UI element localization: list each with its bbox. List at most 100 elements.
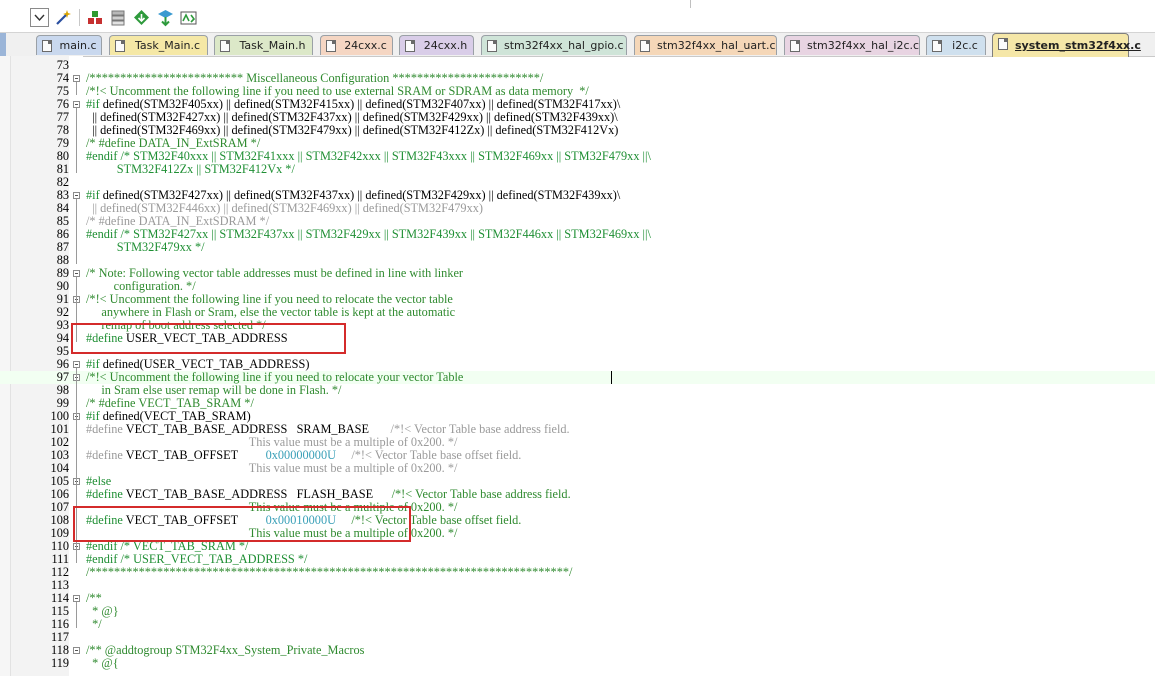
code-line[interactable]: 81 STM32F412Zx || STM32F412Vx */	[0, 163, 1155, 176]
code-token: #endif /* STM32F40xxx || STM32F41xxx || …	[86, 149, 651, 163]
code-token: This value must be a multiple of 0x200. …	[86, 461, 458, 475]
file-icon	[326, 40, 336, 52]
stack-icon[interactable]	[109, 8, 128, 27]
code-token: || defined(STM32F469xx) || defined(STM32…	[86, 123, 619, 137]
fold-guide-line	[76, 602, 77, 628]
code-token: * @{	[86, 656, 119, 670]
fold-collapse-icon[interactable]	[73, 647, 80, 654]
tab-24cxx-c[interactable]: 24cxx.c	[320, 35, 393, 55]
code-token: #define	[86, 422, 123, 436]
code-line[interactable]: 113	[0, 579, 1155, 592]
code-token: /* #define DATA_IN_ExtSDRAM */	[86, 214, 270, 228]
dropdown-arrow-icon[interactable]	[30, 8, 49, 27]
line-number: 119	[51, 656, 69, 670]
file-icon	[42, 40, 52, 52]
tab-stm32f4xx-hal-uart-c[interactable]: stm32f4xx_hal_uart.c	[634, 35, 777, 55]
tab-i2c-c[interactable]: i2c.c	[926, 35, 986, 55]
code-line[interactable]: 112/************************************…	[0, 566, 1155, 579]
code-line[interactable]: 115 * @}	[0, 605, 1155, 618]
highlight-box-user-vect-tab-address	[71, 323, 346, 354]
fold-collapse-icon[interactable]	[73, 270, 80, 277]
code-token: /***************************************…	[86, 565, 573, 579]
code-token: STM32F479xx */	[86, 240, 205, 254]
code-line[interactable]: 119 * @{	[0, 657, 1155, 670]
code-token: configuration. */	[86, 279, 196, 293]
fold-guide-line	[76, 108, 77, 173]
tab-task-main-h[interactable]: Task_Main.h	[214, 35, 313, 55]
code-token: VECT_TAB_BASE_ADDRESS FLASH_BASE	[122, 487, 392, 501]
tab-task-main-c[interactable]: Task_Main.c	[109, 35, 208, 55]
code-token: /* #define VECT_TAB_SRAM */	[86, 396, 254, 410]
code-token: defined(USER_VECT_TAB_ADDRESS)	[99, 357, 310, 371]
code-token: This value must be a multiple of 0x200. …	[86, 435, 458, 449]
editor-tab-bar: main.c Task_Main.c Task_Main.h 24cxx.c 2…	[0, 33, 1155, 57]
highlight-box-vect-tab-offset	[73, 506, 411, 542]
code-token: VECT_TAB_BASE_ADDRESS SRAM_BASE	[122, 422, 391, 436]
code-token: #if	[86, 188, 100, 202]
file-icon	[220, 40, 230, 52]
diamond-download-icon[interactable]	[132, 8, 151, 27]
code-line[interactable]: 104 This value must be a multiple of 0x2…	[0, 462, 1155, 475]
code-token: #define	[86, 487, 123, 501]
code-editor[interactable]: 73 74/************************* Miscellan…	[0, 56, 1155, 676]
code-token: #define	[86, 448, 123, 462]
translate-icon[interactable]	[179, 8, 198, 27]
code-token: * @}	[86, 604, 119, 618]
fold-collapse-icon[interactable]	[73, 595, 80, 602]
file-icon	[405, 40, 415, 52]
code-line[interactable]: 118/** @addtogroup STM32F4xx_System_Priv…	[0, 644, 1155, 657]
code-token: defined(STM32F427xx) || defined(STM32F43…	[99, 188, 621, 202]
file-icon	[640, 40, 650, 52]
toolbar-separator	[79, 9, 80, 26]
code-token: #else	[86, 474, 112, 488]
code-token: /*!< Vector Table base offset field.	[351, 448, 522, 462]
build-target-icon[interactable]	[86, 8, 105, 27]
file-icon	[998, 38, 1008, 50]
fold-collapse-icon[interactable]	[73, 192, 80, 199]
code-token: #endif /* STM32F427xx || STM32F437xx || …	[86, 227, 651, 241]
code-token: defined(VECT_TAB_SRAM)	[99, 409, 251, 423]
fold-guide-line	[76, 277, 77, 303]
fold-guide-line	[76, 199, 77, 264]
code-token: /** @addtogroup STM32F4xx_System_Private…	[86, 643, 365, 657]
flash-download-icon[interactable]	[156, 8, 175, 27]
tab-main-c[interactable]: main.c	[36, 35, 102, 55]
fold-guide-line	[76, 381, 77, 407]
code-token: /* Note: Following vector table addresse…	[86, 266, 464, 280]
code-text: * @{	[86, 656, 119, 670]
code-line[interactable]: 114/**	[0, 592, 1155, 605]
fold-collapse-icon[interactable]	[73, 75, 80, 82]
code-token: /*!< Uncomment the following line if you…	[86, 292, 453, 306]
toolbar-divider	[690, 0, 691, 8]
code-text: /***************************************…	[86, 566, 572, 579]
code-text: STM32F412Zx || STM32F412Vx */	[86, 163, 295, 176]
code-token: /**	[86, 591, 102, 605]
code-text: STM32F479xx */	[86, 241, 205, 254]
tab-bar-edge	[0, 33, 6, 56]
code-token: #endif /* USER_VECT_TAB_ADDRESS */	[86, 552, 308, 566]
tab-system-stm32f4xx-c[interactable]: system_stm32f4xx.c	[992, 33, 1141, 57]
code-token: /*!< Vector Table base address field.	[390, 422, 570, 436]
code-token: */	[86, 617, 102, 631]
code-line[interactable]: 116 */	[0, 618, 1155, 631]
code-token: /*!< Uncomment the following line if you…	[86, 370, 464, 384]
code-token: defined(STM32F405xx) || defined(STM32F41…	[99, 97, 621, 111]
fold-collapse-icon[interactable]	[73, 101, 80, 108]
code-token: /*!< Uncomment the following line if you…	[86, 84, 589, 98]
code-token: 0x00000000U	[265, 448, 336, 462]
fold-collapse-icon[interactable]	[73, 361, 80, 368]
code-text: /** @addtogroup STM32F4xx_System_Private…	[86, 644, 364, 657]
code-token: /* #define DATA_IN_ExtSRAM */	[86, 136, 261, 150]
file-icon	[487, 40, 497, 52]
code-token: || defined(STM32F446xx) || defined(STM32…	[86, 201, 483, 215]
code-token: || defined(STM32F427xx) || defined(STM32…	[86, 110, 618, 124]
code-token: anywhere in Flash or Sram, else the vect…	[86, 305, 456, 319]
code-line[interactable]: 87 STM32F479xx */	[0, 241, 1155, 254]
text-cursor	[611, 371, 612, 384]
tab-stm32f4xx-hal-i2c-c[interactable]: stm32f4xx_hal_i2c.c	[784, 35, 920, 55]
code-token: #if	[86, 357, 100, 371]
tab-24cxx-h[interactable]: 24cxx.h	[399, 35, 474, 55]
magic-wand-icon[interactable]	[54, 8, 73, 27]
tab-stm32f4xx-hal-gpio-c[interactable]: stm32f4xx_hal_gpio.c	[481, 35, 627, 55]
